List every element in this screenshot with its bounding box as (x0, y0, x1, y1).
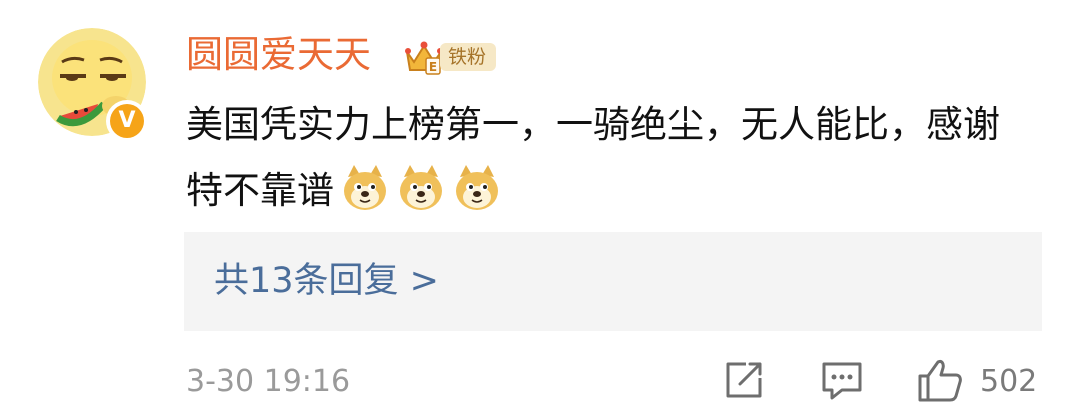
doge-emoji (400, 165, 442, 210)
fan-badge[interactable]: E 铁粉 (404, 38, 497, 76)
share-icon (726, 362, 762, 398)
like-button[interactable] (916, 356, 964, 408)
like-count: 502 (980, 364, 1038, 399)
replies-box[interactable]: 共13条回复 > (184, 232, 1042, 331)
timestamp: 3-30 19:16 (186, 364, 351, 399)
view-replies-link[interactable]: 共13条回复 > (214, 258, 439, 304)
doge-emoji (456, 165, 498, 210)
share-button[interactable] (722, 358, 766, 406)
crown-icon: E (405, 41, 443, 75)
doge-emoji (344, 165, 386, 210)
fan-level-text: E (429, 60, 437, 74)
comment-body: 美国凭实力上榜第一，一骑绝尘，无人能比，感谢特不靠谱 (186, 103, 1000, 212)
fan-badge-label: 铁粉 (440, 43, 497, 71)
verified-v-icon: V (110, 104, 144, 138)
comment-button[interactable] (820, 358, 864, 406)
username[interactable]: 圆圆爱天天 (186, 32, 371, 78)
comment-icon (822, 362, 862, 400)
comment-text: 美国凭实力上榜第一，一骑绝尘，无人能比，感谢特不靠谱 (186, 92, 1006, 224)
verified-badge: V (106, 100, 148, 142)
thumbs-up-icon (918, 360, 962, 402)
